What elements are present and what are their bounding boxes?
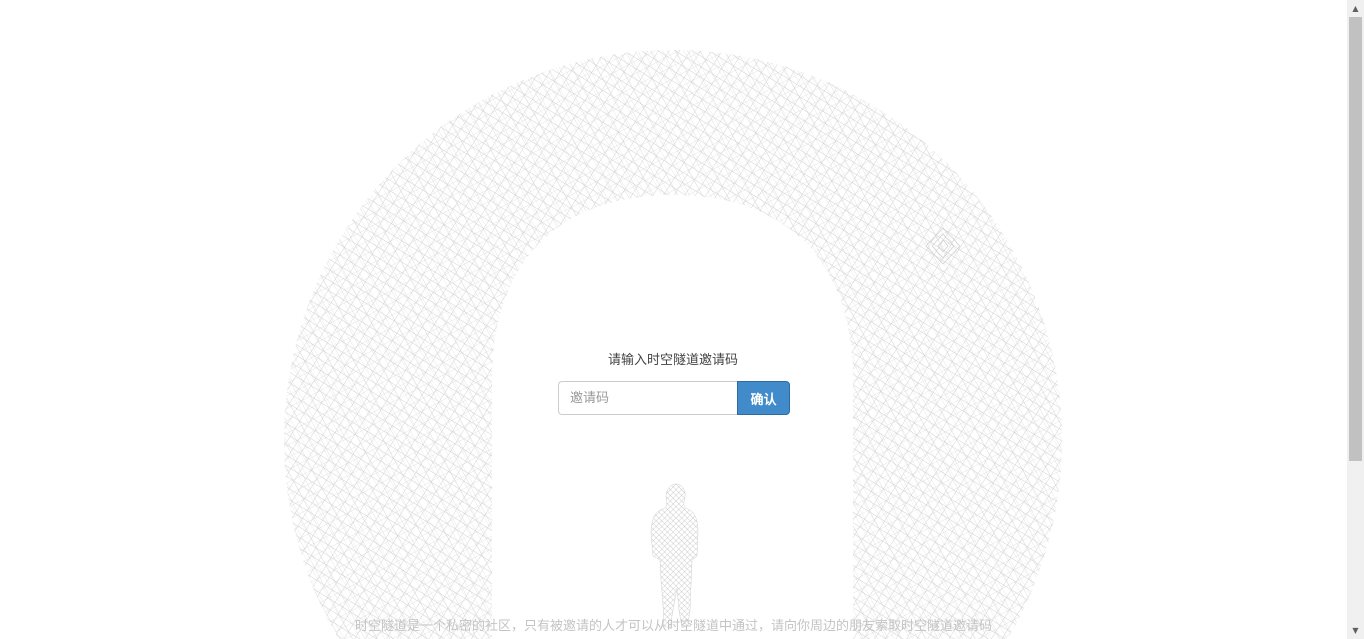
- invite-form: 请输入时空隧道邀请码 确认: [558, 352, 790, 415]
- scroll-up-arrow-icon[interactable]: ▲: [1347, 0, 1364, 17]
- footer-note: 时空隧道是一个私密的社区，只有被邀请的人才可以从时空隧道中通过，请向你周边的朋友…: [354, 619, 992, 634]
- scrollbar-thumb[interactable]: [1349, 17, 1362, 461]
- confirm-button[interactable]: 确认: [737, 381, 790, 415]
- vertical-scrollbar[interactable]: ▲ ▼: [1347, 0, 1364, 639]
- tunnel-illustration: [280, 45, 1070, 639]
- invite-code-input[interactable]: [558, 381, 737, 415]
- page: 请输入时空隧道邀请码 确认 时空隧道是一个私密的社区，只有被邀请的人才可以从时空…: [0, 0, 1364, 639]
- invite-title: 请输入时空隧道邀请码: [607, 353, 738, 368]
- invite-input-group: 确认: [558, 381, 790, 415]
- scroll-down-arrow-icon[interactable]: ▼: [1347, 622, 1364, 639]
